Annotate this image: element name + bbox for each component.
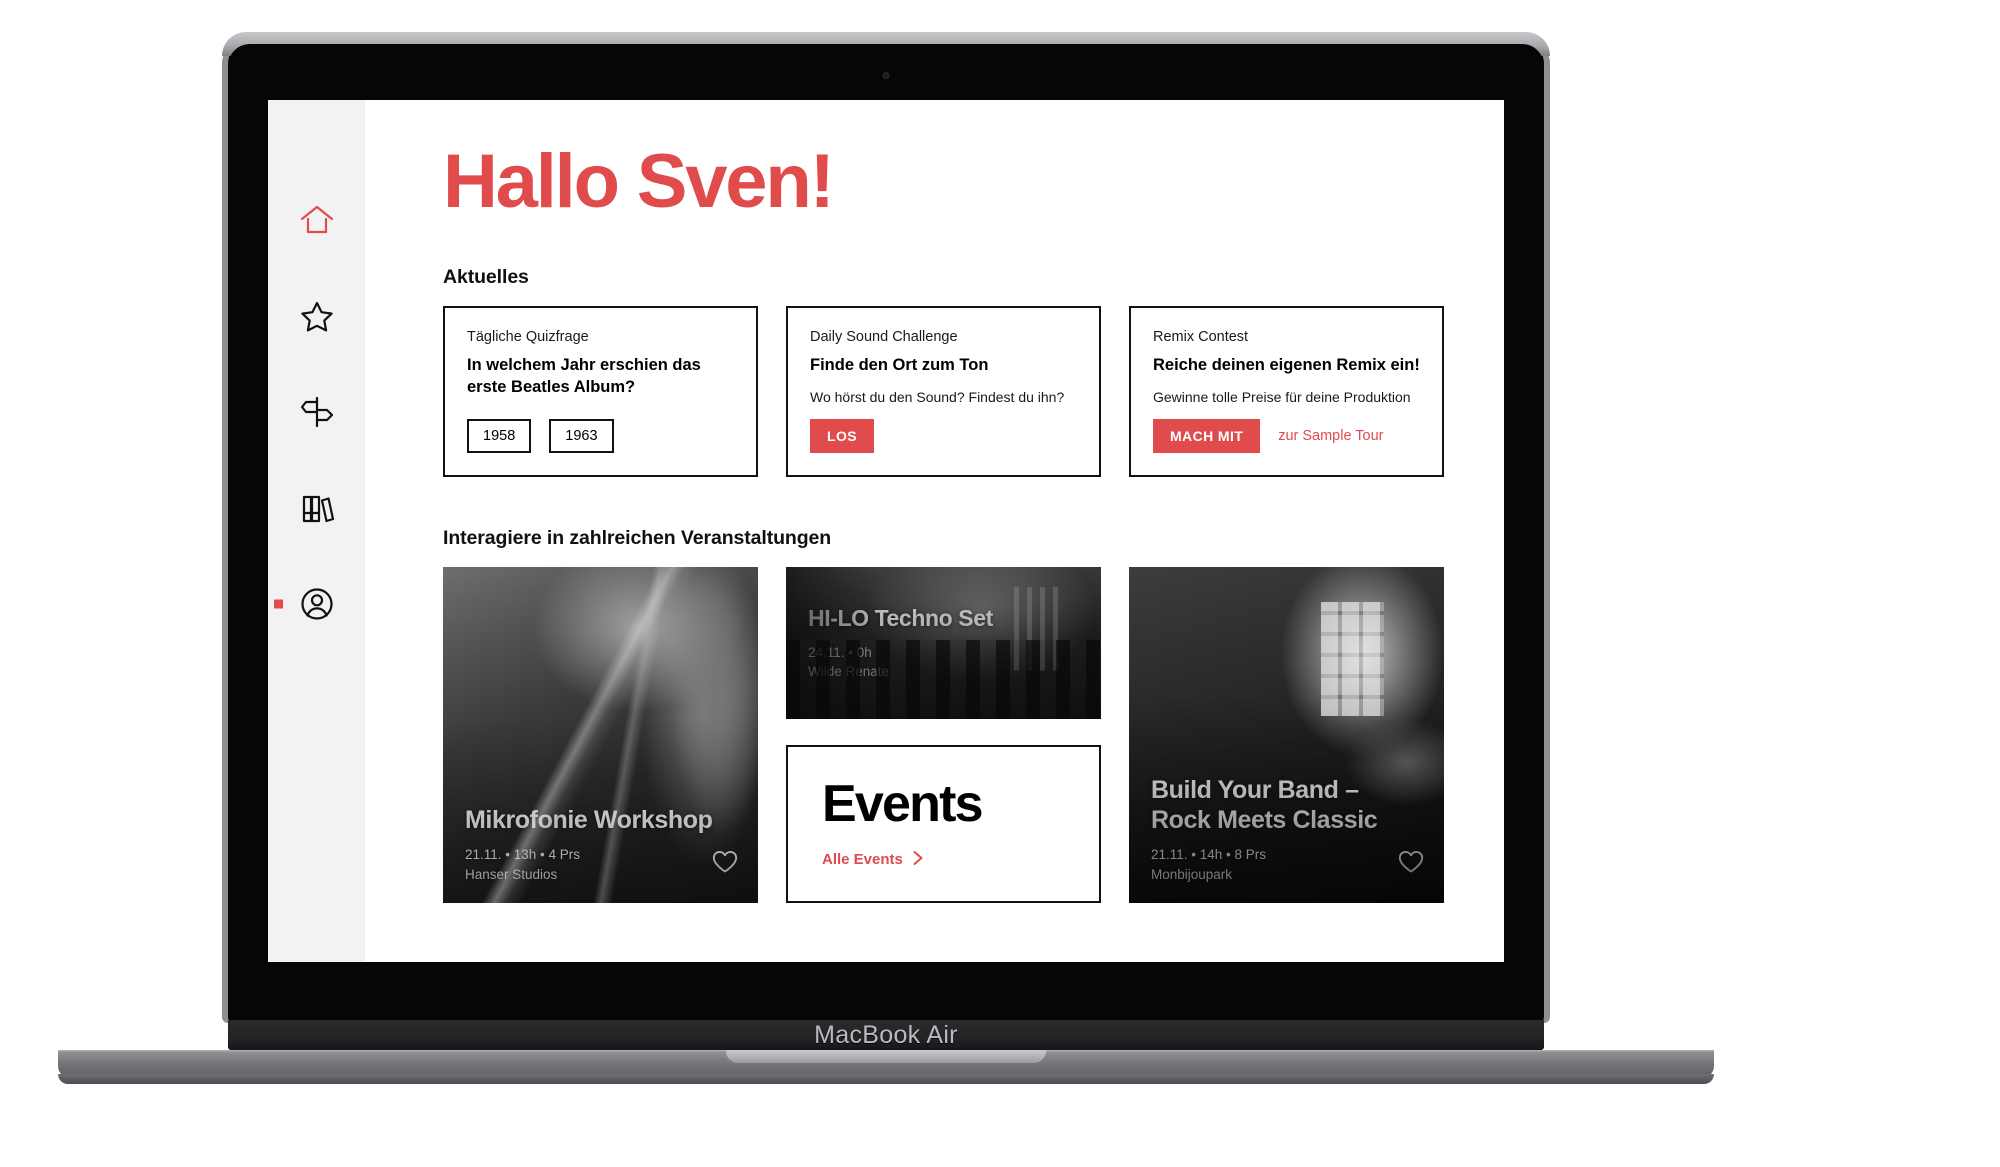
events-promo-title: Events	[810, 774, 994, 833]
user-circle-icon	[300, 587, 334, 621]
event-card-overlay: Mikrofonie Workshop 21.11. • 13h • 4 Prs…	[443, 567, 758, 903]
laptop-foot	[58, 1074, 1714, 1084]
news-card-kicker: Tägliche Quizfrage	[467, 328, 589, 345]
camera-dot-icon	[882, 72, 890, 79]
events-promo-tile[interactable]: Events Alle Events	[786, 744, 1101, 903]
event-card-date: 21.11. • 13h • 4 Prs	[465, 847, 581, 863]
heart-icon[interactable]	[1398, 850, 1424, 879]
screen-bezel: Hallo Sven! Aktuelles Tägliche Quizfrage…	[228, 44, 1544, 1019]
news-section-title: Aktuelles	[443, 265, 529, 288]
remix-contest-join-button[interactable]: MACH MIT	[1153, 418, 1261, 453]
sidebar-item-discover[interactable]	[290, 392, 344, 432]
news-card-sound-challenge[interactable]: Daily Sound Challenge Finde den Ort zum …	[786, 305, 1101, 477]
event-card-date: 24.11. • 0h	[808, 644, 872, 660]
event-card-date: 21.11. • 14h • 8 Prs	[1151, 847, 1267, 863]
home-icon	[300, 204, 334, 236]
event-card-venue: Hanser Studios	[465, 867, 558, 882]
news-card-subtitle: Gewinne tolle Preise für deine Produktio…	[1153, 388, 1411, 405]
profile-notification-dot	[273, 599, 283, 609]
event-card-build-your-band[interactable]: Build Your Band – Rock Meets Classic 21.…	[1129, 566, 1444, 903]
sidebar-item-profile[interactable]	[273, 584, 344, 624]
news-card-remix-contest[interactable]: Remix Contest Reiche deinen eigenen Remi…	[1129, 305, 1444, 477]
page-title: Hallo Sven!	[443, 139, 835, 224]
news-card-actions: MACH MIT zur Sample Tour	[1153, 418, 1420, 453]
news-card-title: Reiche deinen eigenen Remix ein!	[1153, 355, 1420, 374]
news-card-quiz[interactable]: Tägliche Quizfrage In welchem Jahr ersch…	[443, 305, 758, 477]
news-card-title: In welchem Jahr erschien das erste Beatl…	[467, 355, 701, 396]
main-content: Hallo Sven! Aktuelles Tägliche Quizfrage…	[365, 100, 1504, 962]
news-card-kicker: Remix Contest	[1153, 328, 1249, 345]
star-icon	[300, 300, 334, 333]
event-card-hilo-techno-set[interactable]: HI-LO Techno Set 24.11. • 0h Wilde Renat…	[786, 566, 1101, 719]
books-icon	[300, 492, 334, 524]
news-card-actions: LOS	[810, 418, 1077, 453]
event-card-mikrofonie-workshop[interactable]: Mikrofonie Workshop 21.11. • 13h • 4 Prs…	[443, 566, 758, 903]
event-card-venue: Wilde Renate	[808, 664, 890, 680]
laptop-base: MacBook Air	[228, 1020, 1544, 1050]
news-card-actions: 1958 1963	[467, 418, 734, 453]
news-card-grid: Tägliche Quizfrage In welchem Jahr ersch…	[443, 305, 1444, 477]
quiz-answer-option-2[interactable]: 1963	[549, 418, 614, 453]
event-card-overlay: HI-LO Techno Set 24.11. • 0h Wilde Renat…	[786, 567, 1101, 719]
sidebar-nav	[268, 100, 365, 962]
macbook-mockup: Hallo Sven! Aktuelles Tägliche Quizfrage…	[0, 0, 2000, 1167]
event-card-overlay: Build Your Band – Rock Meets Classic 21.…	[1129, 567, 1444, 903]
app-root: Hallo Sven! Aktuelles Tägliche Quizfrage…	[268, 100, 1504, 962]
sidebar-item-favorites[interactable]	[290, 296, 344, 336]
news-card-kicker: Daily Sound Challenge	[810, 328, 958, 345]
events-card-grid: Mikrofonie Workshop 21.11. • 13h • 4 Prs…	[443, 566, 1444, 903]
events-section-title: Interagiere in zahlreichen Veranstaltung…	[443, 526, 832, 549]
event-card-title: Mikrofonie Workshop	[465, 805, 713, 834]
device-brand-label: MacBook Air	[814, 1020, 958, 1049]
sidebar-item-home[interactable]	[290, 200, 344, 240]
all-events-link[interactable]: Alle Events	[822, 850, 1065, 870]
event-card-title: HI-LO Techno Set	[808, 605, 993, 632]
quiz-answer-option-1[interactable]: 1958	[467, 418, 532, 453]
sound-challenge-start-button[interactable]: LOS	[810, 418, 874, 453]
all-events-link-label: Alle Events	[822, 851, 903, 869]
event-card-venue: Monbijoupark	[1151, 867, 1233, 882]
browser-viewport: Hallo Sven! Aktuelles Tägliche Quizfrage…	[268, 100, 1504, 962]
sidebar-item-library[interactable]	[290, 488, 344, 528]
sample-tour-link[interactable]: zur Sample Tour	[1278, 428, 1383, 444]
event-card-title: Build Your Band – Rock Meets Classic	[1151, 776, 1378, 834]
news-card-title: Finde den Ort zum Ton	[810, 355, 989, 374]
news-card-subtitle: Wo hörst du den Sound? Findest du ihn?	[810, 388, 1065, 405]
signpost-icon	[299, 396, 335, 428]
chevron-right-icon	[912, 850, 924, 870]
heart-icon[interactable]	[712, 850, 738, 879]
